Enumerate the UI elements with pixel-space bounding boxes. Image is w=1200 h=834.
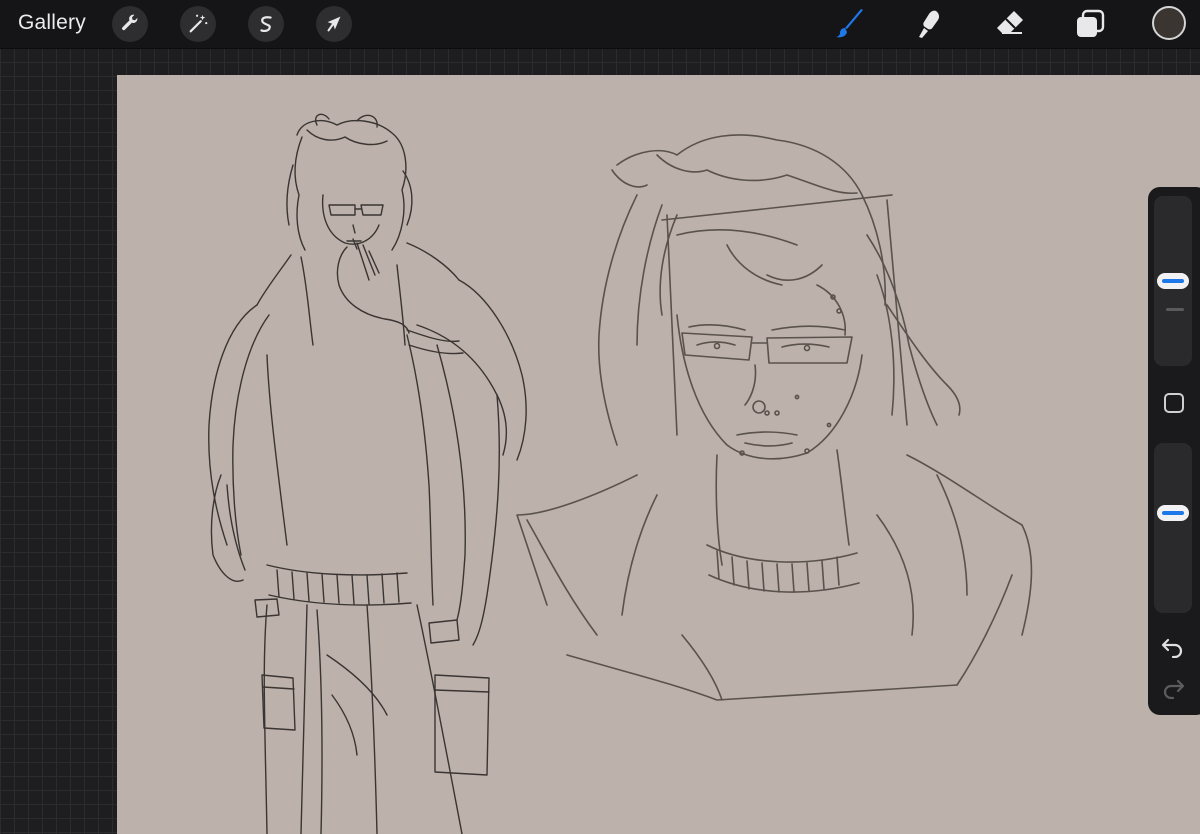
opacity-thumb[interactable] (1157, 505, 1189, 522)
sidebar-panel (1148, 187, 1200, 715)
smudge-icon (919, 10, 940, 38)
color-swatch-button[interactable] (1152, 6, 1186, 40)
redo-icon[interactable] (1161, 677, 1185, 699)
brush-icon (836, 9, 863, 38)
full-body-sketch (208, 113, 527, 834)
gallery-button[interactable]: Gallery (18, 11, 86, 35)
portrait-sketch (516, 134, 1033, 701)
brush-size-marker (1166, 308, 1184, 311)
transform-arrow-icon (327, 16, 341, 32)
eraser-tool-button[interactable] (992, 6, 1028, 42)
brush-tool-button[interactable] (832, 6, 868, 42)
wrench-icon (122, 14, 138, 31)
eraser-icon (997, 11, 1023, 34)
opacity-slider[interactable] (1154, 443, 1192, 613)
modify-button[interactable] (1164, 393, 1184, 413)
brush-size-slider[interactable] (1154, 196, 1192, 366)
top-toolbar: Gallery (0, 0, 1200, 49)
transform-button[interactable] (316, 6, 352, 42)
adjustments-button[interactable] (180, 6, 216, 42)
undo-icon[interactable] (1161, 636, 1185, 658)
actions-button[interactable] (112, 6, 148, 42)
sketch-artwork (208, 113, 1033, 834)
selection-button[interactable] (248, 6, 284, 42)
smudge-tool-button[interactable] (912, 6, 948, 42)
layers-icon (1077, 9, 1105, 37)
drawing-canvas[interactable] (117, 75, 1200, 834)
layers-button[interactable] (1072, 6, 1108, 42)
magic-wand-icon (189, 14, 208, 33)
brush-size-thumb[interactable] (1157, 273, 1189, 289)
selection-icon (260, 16, 272, 33)
